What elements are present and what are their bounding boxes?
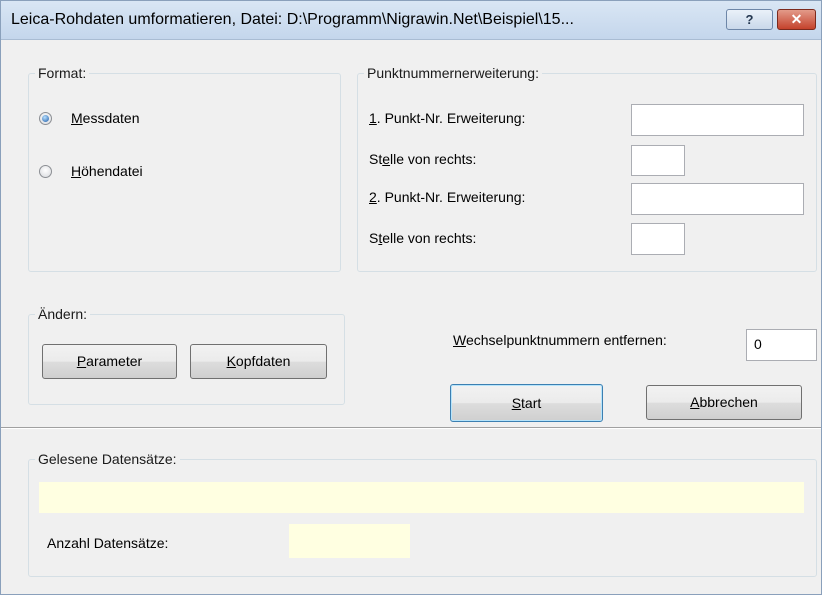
ext2-input[interactable] [631,183,804,215]
abbrechen-button[interactable]: Abbrechen [646,385,802,420]
dialog-window: Leica-Rohdaten umformatieren, Datei: D:\… [0,0,822,595]
kopfdaten-button[interactable]: Kopfdaten [190,344,327,379]
parameter-button[interactable]: Parameter [42,344,177,379]
aendern-legend: Ändern: [35,306,91,322]
gelesene-datensaetze-group: Gelesene Datensätze: [28,451,817,577]
radio-hoehendatei[interactable] [39,165,52,178]
current-record-field [39,482,804,513]
ext1-label: 1. Punkt-Nr. Erweiterung: [369,110,526,126]
pos1-label: Stelle von rechts: [369,151,477,167]
radio-messdaten[interactable] [39,112,52,125]
anzahl-datensaetze-value [289,524,410,558]
wechselpunkt-input[interactable]: 0 [746,329,817,361]
window-title: Leica-Rohdaten umformatieren, Datei: D:\… [11,11,574,28]
close-button[interactable]: ✕ [777,9,816,30]
title-bar[interactable]: Leica-Rohdaten umformatieren, Datei: D:\… [1,1,821,40]
anzahl-datensaetze-label: Anzahl Datensätze: [47,535,169,551]
pos2-label: Stelle von rechts: [369,230,477,246]
punktnummernerweiterung-legend: Punktnummernerweiterung: [364,65,542,81]
help-icon: ? [745,12,754,27]
pos1-input[interactable] [631,145,685,176]
start-button[interactable]: Start [450,384,603,422]
radio-hoehendatei-label[interactable]: Höhendatei [71,163,143,179]
ext1-input[interactable] [631,104,804,136]
radio-selected-dot-icon [42,115,49,122]
help-button[interactable]: ? [726,9,773,30]
close-icon: ✕ [790,11,803,27]
radio-messdaten-label[interactable]: Messdaten [71,110,140,126]
pos2-input[interactable] [631,223,685,255]
format-legend: Format: [35,65,90,81]
ext2-label: 2. Punkt-Nr. Erweiterung: [369,189,526,205]
section-divider-highlight [1,428,821,429]
gelesene-datensaetze-legend: Gelesene Datensätze: [35,451,180,467]
wechselpunkt-label: Wechselpunktnummern entfernen: [453,332,667,348]
